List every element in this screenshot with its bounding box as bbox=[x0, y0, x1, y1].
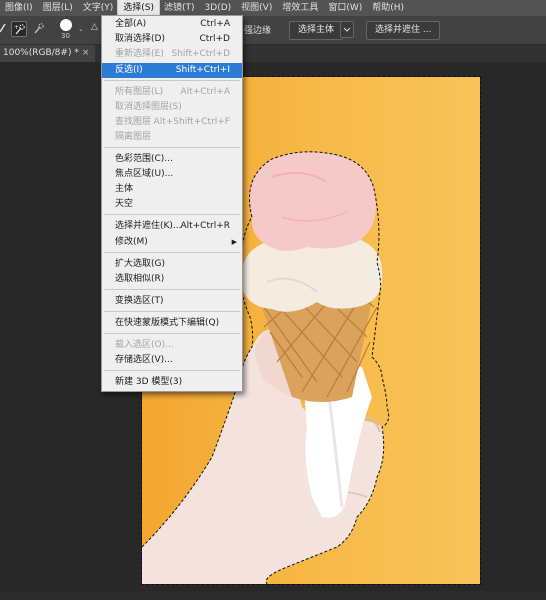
menu-item-1[interactable]: 图层(L) bbox=[38, 0, 78, 16]
document-tab-bar: 100%(RGB/8#) * × bbox=[0, 45, 546, 62]
select-menu-item-17[interactable]: 在快速蒙版模式下编辑(Q) bbox=[102, 316, 242, 331]
select-menu-item-4: 所有图层(L) Alt+Ctrl+A bbox=[102, 85, 242, 100]
menu-item-label: 天空 bbox=[115, 199, 134, 209]
select-menu-item-6: 查找图层 Alt+Shift+Ctrl+F bbox=[102, 115, 242, 130]
menu-separator bbox=[104, 289, 240, 290]
document-tab[interactable]: 100%(RGB/8#) * × bbox=[0, 45, 96, 62]
quick-selection-subtract-icon[interactable] bbox=[31, 21, 47, 37]
menu-item-label: 新建 3D 模型(3) bbox=[115, 377, 183, 387]
menu-item-label: 全部(A) bbox=[115, 19, 147, 29]
menu-item-label: 反选(I) bbox=[115, 65, 143, 75]
menu-separator bbox=[104, 311, 240, 312]
quick-selection-add-icon[interactable]: + bbox=[11, 21, 27, 37]
menu-bar: 图像(I) 图层(L) 文字(Y) 选择(S) 滤镜(T) 3D(D) 视图(V) 增效工具窗… bbox=[0, 0, 546, 17]
menu-item-6[interactable]: 视图(V) bbox=[236, 0, 277, 16]
svg-text:+: + bbox=[14, 24, 19, 31]
menu-item-shortcut: Shift+Ctrl+I bbox=[175, 65, 230, 75]
menu-item-shortcut: Alt+Ctrl+R bbox=[180, 221, 230, 231]
brush-size-value: 30 bbox=[61, 32, 70, 40]
select-subject-button[interactable]: 选择主体 bbox=[289, 21, 344, 40]
menu-item-shortcut: Alt+Ctrl+A bbox=[180, 87, 230, 97]
select-menu-item-10[interactable]: 主体 bbox=[102, 182, 242, 197]
menu-item-2[interactable]: 文字(Y) bbox=[78, 0, 119, 16]
select-menu-item-7: 隔离图层 bbox=[102, 130, 242, 145]
select-menu-item-0[interactable]: 全部(A) Ctrl+A bbox=[102, 17, 242, 32]
select-menu-item-8[interactable]: 色彩范围(C)... bbox=[102, 152, 242, 167]
menu-item-shortcut: Alt+Shift+Ctrl+F bbox=[153, 117, 230, 127]
select-menu-item-2: 重新选择(E) Shift+Ctrl+D bbox=[102, 47, 242, 62]
menu-separator bbox=[104, 252, 240, 253]
options-bar: + 30 ⌄ △ 强边缘 选择主体 选择并遮住 ... bbox=[0, 16, 546, 45]
menu-item-label: 选取相似(R) bbox=[115, 274, 165, 284]
menu-item-shortcut: Ctrl+D bbox=[199, 34, 231, 44]
menu-item-label: 主体 bbox=[115, 184, 134, 194]
select-menu-item-3[interactable]: 反选(I) Shift+Ctrl+I bbox=[102, 63, 242, 78]
brush-preview-icon[interactable] bbox=[60, 19, 72, 31]
menu-item-label: 在快速蒙版模式下编辑(Q) bbox=[115, 318, 220, 328]
menu-item-label: 扩大选取(G) bbox=[115, 259, 165, 269]
menu-item-0[interactable]: 图像(I) bbox=[0, 0, 38, 16]
select-menu-item-18: 载入选区(O)... bbox=[102, 338, 242, 353]
menu-item-label: 变换选区(T) bbox=[115, 296, 164, 306]
menu-item-label: 隔离图层 bbox=[115, 132, 152, 142]
menu-item-label: 载入选区(O)... bbox=[115, 340, 174, 350]
menu-item-label: 选择并遮住(K)... bbox=[115, 221, 182, 231]
select-menu-item-5: 取消选择图层(S) bbox=[102, 100, 242, 115]
brush-angle-icon[interactable]: △ bbox=[91, 22, 98, 32]
select-subject-dropdown[interactable] bbox=[340, 21, 354, 38]
menu-separator bbox=[104, 147, 240, 148]
enhance-edge-label[interactable]: 强边缘 bbox=[244, 23, 271, 36]
select-menu-item-15[interactable]: 选取相似(R) bbox=[102, 272, 242, 287]
menu-item-label: 重新选择(E) bbox=[115, 49, 164, 59]
select-menu-item-16[interactable]: 变换选区(T) bbox=[102, 294, 242, 309]
menu-separator bbox=[104, 80, 240, 81]
menu-item-label: 查找图层 bbox=[115, 117, 152, 127]
select-and-mask-button[interactable]: 选择并遮住 ... bbox=[366, 21, 441, 40]
menu-item-9[interactable]: 帮助(H) bbox=[367, 0, 409, 16]
menu-item-label: 色彩范围(C)... bbox=[115, 154, 173, 164]
menu-item-label: 取消选择图层(S) bbox=[115, 102, 182, 112]
submenu-arrow-icon: ▶ bbox=[231, 238, 237, 246]
menu-item-label: 取消选择(D) bbox=[115, 34, 165, 44]
menu-item-label: 存储选区(V)... bbox=[115, 355, 173, 365]
document-tab-title: 100%(RGB/8#) * bbox=[3, 48, 79, 58]
menu-item-5[interactable]: 3D(D) bbox=[200, 0, 237, 16]
select-menu-item-1[interactable]: 取消选择(D) Ctrl+D bbox=[102, 32, 242, 47]
menu-item-shortcut: Ctrl+A bbox=[200, 19, 230, 29]
brush-dropdown-icon[interactable]: ⌄ bbox=[78, 25, 84, 33]
menu-separator bbox=[104, 214, 240, 215]
select-menu-item-11[interactable]: 天空 bbox=[102, 197, 242, 212]
menu-separator bbox=[104, 333, 240, 334]
select-menu-item-20[interactable]: 新建 3D 模型(3) bbox=[102, 375, 242, 390]
menu-item-3[interactable]: 选择(S) bbox=[117, 0, 161, 17]
menu-item-shortcut: Shift+Ctrl+D bbox=[171, 49, 230, 59]
menu-item-7[interactable]: 增效工具 bbox=[277, 0, 323, 16]
menu-item-label: 焦点区域(U)... bbox=[115, 169, 174, 179]
select-menu-item-14[interactable]: 扩大选取(G) bbox=[102, 257, 242, 272]
menu-item-8[interactable]: 窗口(W) bbox=[323, 0, 367, 16]
select-menu-item-12[interactable]: 选择并遮住(K)... Alt+Ctrl+R bbox=[102, 219, 242, 234]
menu-item-4[interactable]: 滤镜(T) bbox=[159, 0, 200, 16]
tab-close-icon[interactable]: × bbox=[82, 48, 90, 58]
select-menu-item-13[interactable]: 修改(M) ▶ bbox=[102, 235, 242, 250]
select-menu-item-19[interactable]: 存储选区(V)... bbox=[102, 353, 242, 368]
select-menu-item-9[interactable]: 焦点区域(U)... bbox=[102, 167, 242, 182]
status-bar bbox=[0, 591, 546, 600]
menu-separator bbox=[104, 370, 240, 371]
menu-item-label: 修改(M) bbox=[115, 237, 148, 247]
select-menu-dropdown: 全部(A) Ctrl+A 取消选择(D) Ctrl+D 重新选择(E) Shift+Ctr… bbox=[101, 15, 243, 392]
menu-item-label: 所有图层(L) bbox=[115, 87, 164, 97]
